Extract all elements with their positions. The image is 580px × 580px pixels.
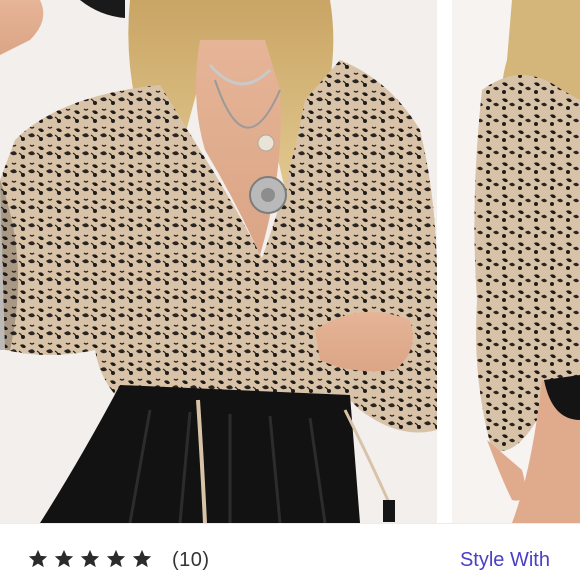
review-count[interactable]: (10) <box>172 549 210 572</box>
star-icon <box>80 549 100 568</box>
product-image-carousel[interactable] <box>0 0 580 523</box>
star-icon <box>132 549 152 568</box>
star-icon <box>54 549 74 568</box>
blouse-photo-side <box>452 0 580 523</box>
blouse-photo <box>0 0 437 523</box>
star-icon <box>106 549 126 568</box>
style-with-link[interactable]: Style With <box>460 549 550 572</box>
rating-stars[interactable] <box>27 548 153 570</box>
product-image-main[interactable] <box>0 0 437 523</box>
star-icon <box>28 549 48 568</box>
carousel-gap <box>437 0 452 523</box>
product-image-next[interactable] <box>452 0 580 523</box>
